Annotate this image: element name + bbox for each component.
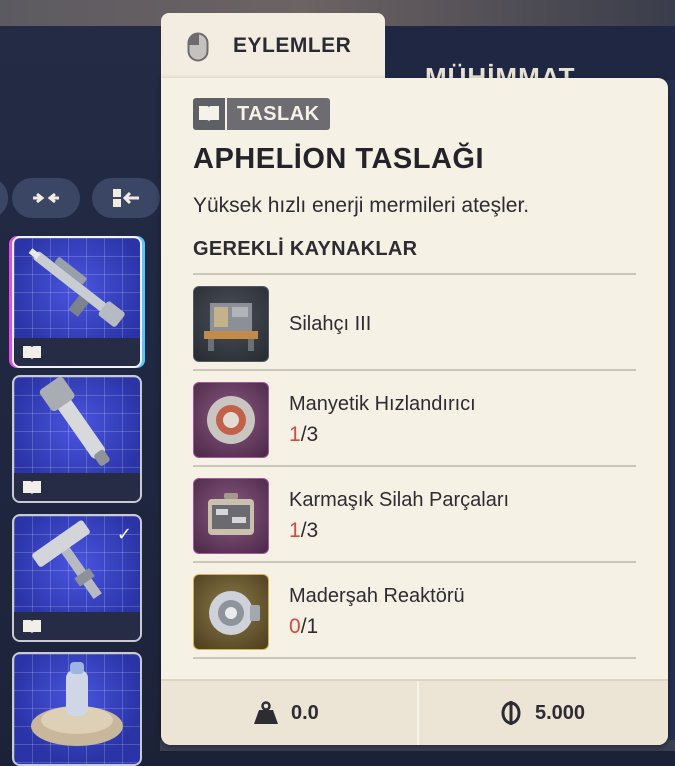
requirement-name: Maderşah Reaktörü [289,585,465,607]
weight-icon [254,701,278,724]
magnetic-accelerator-icon [207,396,255,444]
requirement-thumbnail [193,478,269,554]
requirement-count: 1/3 [289,423,319,446]
requirement-thumbnail [193,574,269,650]
book-icon [23,346,41,360]
requirement-row[interactable]: Karmaşık Silah Parçaları 1/3 [193,467,636,561]
collapse-all-icon [33,192,59,204]
collapse-all-button[interactable] [12,178,80,218]
sort-icon [113,189,139,207]
slot-footer [14,612,140,640]
coin-icon [501,701,521,725]
reactor-icon [209,591,260,635]
book-icon [23,481,41,495]
sort-button[interactable] [92,178,160,218]
mouse-icon [187,32,209,62]
requirement-row[interactable]: Manyetik Hızlandırıcı 1/3 [193,371,636,465]
requirement-row[interactable]: Silahçı III [193,275,636,369]
inventory-slot-2[interactable] [12,375,142,503]
owned-check-icon: ✓ [116,524,132,544]
book-icon [193,98,225,130]
weight-value: 0.0 [291,701,319,724]
aphelion-rifle-image [28,248,125,327]
inventory-slot-1[interactable] [12,236,142,368]
slot-footer [14,473,140,501]
requirement-thumbnail [193,382,269,458]
workbench-icon [204,303,258,351]
requirements-heading: GEREKLİ KAYNAKLAR [193,238,418,260]
requirement-name: Karmaşık Silah Parçaları [289,489,510,511]
tooltip-footer: 0.0 5.000 [161,679,668,745]
blueprint-badge: TASLAK [193,98,330,130]
requirement-count: 0/1 [289,615,319,638]
badge-label: TASLAK [227,98,330,130]
requirement-row[interactable]: Maderşah Reaktörü 0/1 [193,563,636,657]
item-title: APHELİON TASLAĞI [193,143,485,175]
item-description: Yüksek hızlı enerji mermileri ateşler. [193,194,530,217]
slot-footer [14,338,140,366]
divider [193,657,636,659]
weight-stat: 0.0 [253,681,319,745]
actions-tab[interactable]: EYLEMLER [161,13,385,81]
requirement-count: 1/3 [289,519,319,542]
inventory-slot-3[interactable]: ✓ [12,514,142,642]
requirement-name: Manyetik Hızlandırıcı [289,393,476,415]
requirement-thumbnail [193,286,269,362]
deployable-device-image [31,662,123,746]
book-icon [23,620,41,634]
requirement-name: Silahçı III [289,313,372,335]
launcher-tube-image [39,377,110,466]
blueprint-tooltip: TASLAK APHELİON TASLAĞI Yüksek hızlı ene… [161,78,668,745]
price-value: 5.000 [535,701,586,724]
actions-tab-label: EYLEMLER [233,34,352,57]
price-stat: 5.000 [499,681,585,745]
inventory-slot-4[interactable] [12,652,142,766]
weapon-parts-case-icon [208,493,254,535]
footer-divider [417,681,419,745]
